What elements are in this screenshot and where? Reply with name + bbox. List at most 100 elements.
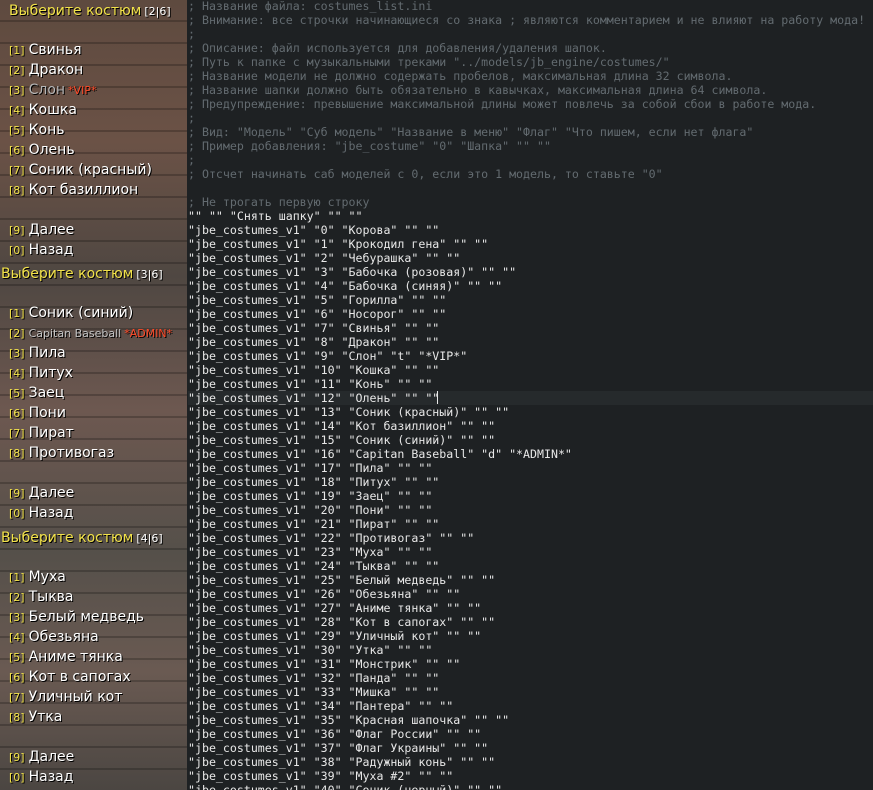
- menu-item-label: Дракон: [28, 62, 84, 78]
- editor-line[interactable]: "jbe_costumes_v1" "10" "Кошка" "" "": [188, 363, 439, 377]
- menu-title: Выберите костюм [3|6]: [1, 266, 163, 282]
- menu-back-button[interactable]: [0] Назад: [9, 767, 73, 787]
- menu-item[interactable]: [8] Утка: [9, 707, 62, 727]
- menu-item[interactable]: [7] Пират: [9, 423, 74, 443]
- menu-item-number: [3]: [9, 611, 25, 624]
- menu-item[interactable]: [4] Обезьяна: [9, 627, 99, 647]
- menu-item-number: [4]: [9, 367, 25, 380]
- editor-line[interactable]: "jbe_costumes_v1" "36" "Флаг России" "" …: [188, 727, 481, 741]
- menu-item-label: Белый медведь: [28, 609, 145, 625]
- menu-back-button[interactable]: [0] Назад: [9, 503, 73, 523]
- menu-item[interactable]: [7] Уличный кот: [9, 687, 122, 707]
- editor-line[interactable]: "jbe_costumes_v1" "3" "Бабочка (розовая)…: [188, 265, 516, 279]
- menu-item[interactable]: [5] Заец: [9, 383, 64, 403]
- editor-line[interactable]: "jbe_costumes_v1" "23" "Муха" "" "": [188, 545, 432, 559]
- editor-line[interactable]: "jbe_costumes_v1" "39" "Муха #2" "" "": [188, 769, 453, 783]
- menu-item-number: [6]: [9, 671, 25, 684]
- menu-item[interactable]: [4] Питух: [9, 363, 73, 383]
- editor-line[interactable]: "jbe_costumes_v1" "31" "Монстрик" "" "": [188, 657, 460, 671]
- editor-line[interactable]: "jbe_costumes_v1" "27" "Аниме тянка" "" …: [188, 601, 481, 615]
- editor-line[interactable]: "jbe_costumes_v1" "37" "Флаг Украины" ""…: [188, 741, 488, 755]
- editor-line[interactable]: "jbe_costumes_v1" "15" "Соник (синий)" "…: [188, 433, 495, 447]
- menu-item[interactable]: [7] Соник (красный): [9, 160, 152, 180]
- editor-line[interactable]: "jbe_costumes_v1" "1" "Крокодил гена" ""…: [188, 237, 488, 251]
- menu-item[interactable]: [4] Кошка: [9, 100, 77, 120]
- editor-line[interactable]: ; Отсчет начинать саб моделей с 0, если …: [188, 167, 663, 181]
- editor-line[interactable]: "jbe_costumes_v1" "8" "Дракон" "" "": [188, 335, 439, 349]
- editor-line[interactable]: "jbe_costumes_v1" "18" "Питух" "" "": [188, 475, 439, 489]
- editor-line[interactable]: ; Внимание: все строчки начинающиеся со …: [188, 13, 865, 27]
- editor-line[interactable]: ; Название файла: costumes_list.ini: [188, 0, 432, 13]
- menu-item[interactable]: [1] Муха: [9, 567, 66, 587]
- editor-line[interactable]: "jbe_costumes_v1" "32" "Панда" "" "": [188, 671, 439, 685]
- menu-item[interactable]: [1] Соник (синий): [9, 303, 133, 323]
- editor-line[interactable]: "jbe_costumes_v1" "40" "Соник (черный)" …: [188, 783, 502, 790]
- editor-line[interactable]: ; Название шапки должно быть обязательно…: [188, 83, 767, 97]
- editor-line[interactable]: "jbe_costumes_v1" "16" "Capitan Baseball…: [188, 447, 572, 461]
- editor-line[interactable]: "jbe_costumes_v1" "25" "Белый медведь" "…: [188, 573, 495, 587]
- editor-line[interactable]: "jbe_costumes_v1" "20" "Пони" "" "": [188, 503, 432, 517]
- menu-item[interactable]: [6] Пони: [9, 403, 66, 423]
- editor-line[interactable]: "" "" "Снять шапку" "" "": [188, 209, 363, 223]
- menu-item-label: Назад: [28, 505, 74, 521]
- menu-item-number: [0]: [9, 244, 25, 257]
- editor-line[interactable]: "jbe_costumes_v1" "17" "Пила" "" "": [188, 461, 432, 475]
- editor-line[interactable]: ; Вид: "Модель" "Суб модель" "Название в…: [188, 125, 753, 139]
- menu-item-number: [7]: [9, 691, 25, 704]
- editor-line[interactable]: ; Пример добавления: "jbe_costume" "0" "…: [188, 139, 551, 153]
- menu-item-number: [8]: [9, 711, 25, 724]
- editor-line[interactable]: "jbe_costumes_v1" "28" "Кот в сапогах" "…: [188, 615, 495, 629]
- menu-item-number: [4]: [9, 104, 25, 117]
- editor-line[interactable]: "jbe_costumes_v1" "22" "Противогаз" "" "…: [188, 531, 474, 545]
- editor-line[interactable]: "jbe_costumes_v1" "6" "Носорог" "" "": [188, 307, 446, 321]
- menu-item[interactable]: [8] Кот базиллион: [9, 180, 138, 200]
- menu-item[interactable]: [5] Конь: [9, 120, 65, 140]
- editor-line[interactable]: "jbe_costumes_v1" "7" "Свинья" "" "": [188, 321, 439, 335]
- editor-line[interactable]: "jbe_costumes_v1" "11" "Конь" "" "": [188, 377, 432, 391]
- menu-next-button[interactable]: [9] Далее: [9, 483, 74, 503]
- menu-item-number: [0]: [9, 771, 25, 784]
- editor-line[interactable]: ;: [188, 153, 195, 167]
- editor-line[interactable]: ; Путь к папке с музыкальными треками ".…: [188, 55, 670, 69]
- menu-item[interactable]: [2] Тыква: [9, 587, 74, 607]
- menu-item[interactable]: [8] Противогаз: [9, 443, 114, 463]
- editor-line[interactable]: "jbe_costumes_v1" "2" "Чебурашка" "" "": [188, 251, 460, 265]
- editor-line[interactable]: "jbe_costumes_v1" "30" "Утка" "" "": [188, 643, 432, 657]
- editor-line[interactable]: ; Описание: файл используется для добавл…: [188, 41, 607, 55]
- editor-line[interactable]: "jbe_costumes_v1" "19" "Заец" "" "": [188, 489, 432, 503]
- menu-item[interactable]: [6] Кот в сапогах: [9, 667, 131, 687]
- editor-line[interactable]: "jbe_costumes_v1" "13" "Соник (красный)"…: [188, 405, 509, 419]
- menu-item[interactable]: [6] Олень: [9, 140, 75, 160]
- editor-line[interactable]: "jbe_costumes_v1" "5" "Горилла" "" "": [188, 293, 446, 307]
- editor-line[interactable]: "jbe_costumes_v1" "33" "Мишка" "" "": [188, 685, 439, 699]
- editor-line[interactable]: "jbe_costumes_v1" "26" "Обезьяна" "" "": [188, 587, 460, 601]
- editor-line[interactable]: ; Название модели не должно содержать пр…: [188, 69, 732, 83]
- menu-item[interactable]: [1] Свинья: [9, 40, 82, 60]
- editor-line[interactable]: "jbe_costumes_v1" "24" "Тыква" "" "": [188, 559, 439, 573]
- editor-line[interactable]: ; Предупреждение: превышение максимально…: [188, 97, 816, 111]
- editor-line[interactable]: "jbe_costumes_v1" "9" "Слон" "t" "*VIP*": [188, 349, 467, 363]
- menu-item-label: Кот в сапогах: [28, 669, 131, 685]
- menu-item[interactable]: [2] Дракон: [9, 60, 83, 80]
- menu-item[interactable]: [3] Белый медведь: [9, 607, 144, 627]
- menu-next-button[interactable]: [9] Далее: [9, 747, 74, 767]
- editor-line[interactable]: ; Не трогать первую строку: [188, 195, 369, 209]
- editor-line[interactable]: "jbe_costumes_v1" "29" "Уличный кот" "" …: [188, 629, 481, 643]
- editor-line[interactable]: ;: [188, 27, 195, 41]
- editor-line[interactable]: "jbe_costumes_v1" "21" "Пират" "" "": [188, 517, 439, 531]
- editor-line[interactable]: "jbe_costumes_v1" "34" "Пантера" "" "": [188, 699, 453, 713]
- editor-line[interactable]: "jbe_costumes_v1" "38" "Радужный конь" "…: [188, 755, 495, 769]
- menu-back-button[interactable]: [0] Назад: [9, 240, 73, 260]
- editor-line[interactable]: "jbe_costumes_v1" "4" "Бабочка (синяя)" …: [188, 279, 502, 293]
- menu-item[interactable]: [3] Пила: [9, 343, 66, 363]
- menu-item-number: [1]: [9, 571, 25, 584]
- editor-current-line[interactable]: "jbe_costumes_v1" "12" "Олень" "" "": [188, 391, 873, 405]
- menu-item-number: [8]: [9, 447, 25, 460]
- menu-item[interactable]: [5] Аниме тянка: [9, 647, 123, 667]
- editor-line[interactable]: ;: [188, 111, 195, 125]
- editor-line[interactable]: "jbe_costumes_v1" "35" "Красная шапочка"…: [188, 713, 509, 727]
- menu-next-button[interactable]: [9] Далее: [9, 220, 74, 240]
- editor-line[interactable]: "jbe_costumes_v1" "0" "Корова" "" "": [188, 223, 439, 237]
- editor-line[interactable]: "jbe_costumes_v1" "14" "Кот базиллион" "…: [188, 419, 495, 433]
- text-editor[interactable]: ; Название файла: costumes_list.ini; Вни…: [187, 0, 873, 790]
